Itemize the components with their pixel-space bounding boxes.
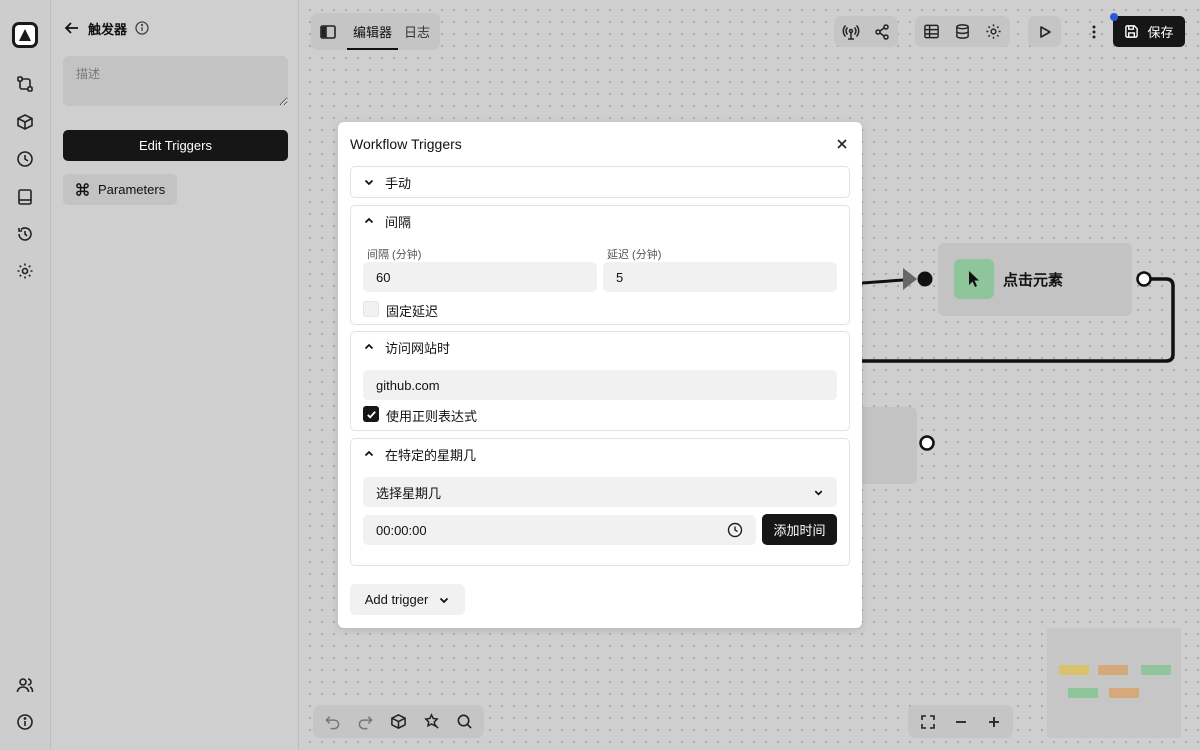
check-icon <box>366 410 376 419</box>
chevron-down-icon <box>363 176 375 188</box>
section-header-visit-web[interactable]: 访问网站时 <box>363 332 450 362</box>
chevron-down-icon <box>813 487 824 498</box>
delay-label: 延迟 (分钟) <box>607 249 662 261</box>
fixed-delay-checkbox[interactable] <box>363 301 379 317</box>
fixed-delay-label: 固定延迟 <box>386 304 439 319</box>
section-header-specific-day[interactable]: 在特定的星期几 <box>363 439 476 469</box>
url-value: github.com <box>376 377 440 393</box>
save-button[interactable]: 保存 <box>1113 16 1185 47</box>
tab-editor[interactable]: 编辑器 <box>346 13 399 50</box>
minimap-node <box>1109 688 1139 698</box>
section-title-interval: 间隔 <box>385 214 412 230</box>
use-regex-label: 使用正则表达式 <box>386 409 478 424</box>
redo-icon[interactable] <box>350 706 381 737</box>
time-value: 00:00:00 <box>376 522 427 538</box>
use-regex-checkbox[interactable] <box>363 406 379 422</box>
trigger-section-specific-day: 在特定的星期几 选择星期几 00:00:00 添加时间 <box>350 438 850 566</box>
weekday-select-value: 选择星期几 <box>376 485 442 501</box>
section-header-manual[interactable]: 手动 <box>363 167 411 197</box>
data-toolbar <box>915 16 1010 47</box>
minimap-node <box>1068 688 1098 698</box>
fullscreen-icon[interactable] <box>912 706 943 737</box>
node-label: 点击元素 <box>1003 272 1064 289</box>
section-title-manual: 手动 <box>385 175 412 191</box>
zoom-out-icon[interactable] <box>945 706 976 737</box>
workflow-settings-icon[interactable] <box>978 16 1009 47</box>
zoom-toolbar <box>908 705 1013 738</box>
toggle-sidebar-icon[interactable] <box>319 23 337 41</box>
save-label: 保存 <box>1147 25 1174 40</box>
trigger-section-visit-web: 访问网站时 github.com 使用正则表达式 <box>350 331 850 431</box>
play-icon[interactable] <box>1029 16 1060 47</box>
canvas-edit-toolbar <box>313 705 484 738</box>
click-element-node[interactable]: 点击元素 <box>938 243 1132 316</box>
more-vertical-icon[interactable] <box>1078 16 1109 47</box>
unsaved-indicator-dot <box>1110 13 1118 21</box>
trigger-section-manual: 手动 <box>350 166 850 198</box>
chevron-up-icon <box>363 448 375 460</box>
interval-label: 间隔 (分钟) <box>367 249 422 261</box>
undo-icon[interactable] <box>317 706 348 737</box>
chevron-down-icon <box>438 594 450 606</box>
time-input[interactable]: 00:00:00 <box>363 515 756 545</box>
delay-value: 5 <box>616 269 624 285</box>
magic-wand-icon[interactable] <box>416 706 447 737</box>
add-time-label: 添加时间 <box>773 523 826 538</box>
search-icon[interactable] <box>449 706 480 737</box>
minimap-node <box>1059 665 1089 675</box>
minimap-node <box>1098 665 1128 675</box>
interval-value: 60 <box>376 269 391 285</box>
section-title-specific-day: 在特定的星期几 <box>385 447 477 463</box>
minimap-node <box>1141 665 1171 675</box>
interval-input[interactable]: 60 <box>363 262 597 292</box>
trigger-section-interval: 间隔 间隔 (分钟) 延迟 (分钟) 60 5 固定延迟 <box>350 205 850 325</box>
editor-tabs-bar: 编辑器 日志 <box>311 13 441 50</box>
add-trigger-label: Add trigger <box>364 592 429 607</box>
package-block-icon[interactable] <box>383 706 414 737</box>
add-trigger-button[interactable]: Add trigger <box>350 584 465 615</box>
chevron-up-icon <box>363 341 375 353</box>
close-icon[interactable] <box>833 135 851 153</box>
modal-title: Workflow Triggers <box>350 136 462 152</box>
table-icon[interactable] <box>916 16 947 47</box>
section-title-visit-web: 访问网站时 <box>385 340 451 356</box>
chevron-up-icon <box>363 215 375 227</box>
share-toolbar <box>834 16 898 47</box>
save-icon <box>1124 24 1139 39</box>
url-input[interactable]: github.com <box>363 370 837 400</box>
share-icon[interactable] <box>866 16 897 47</box>
weekday-select[interactable]: 选择星期几 <box>363 477 837 507</box>
delay-input[interactable]: 5 <box>603 262 837 292</box>
database-icon[interactable] <box>947 16 978 47</box>
clock-icon[interactable] <box>727 522 743 538</box>
run-toolbar <box>1028 16 1061 47</box>
section-header-interval[interactable]: 间隔 <box>363 206 411 236</box>
tab-logs[interactable]: 日志 <box>404 13 430 50</box>
cursor-pointer-icon <box>954 259 994 299</box>
broadcast-icon[interactable] <box>835 16 866 47</box>
canvas-minimap[interactable] <box>1047 628 1181 738</box>
zoom-in-icon[interactable] <box>978 706 1009 737</box>
workflow-triggers-modal: Workflow Triggers 手动 间隔 间隔 (分钟) 延迟 (分钟) … <box>338 122 862 628</box>
add-time-button[interactable]: 添加时间 <box>762 514 837 545</box>
